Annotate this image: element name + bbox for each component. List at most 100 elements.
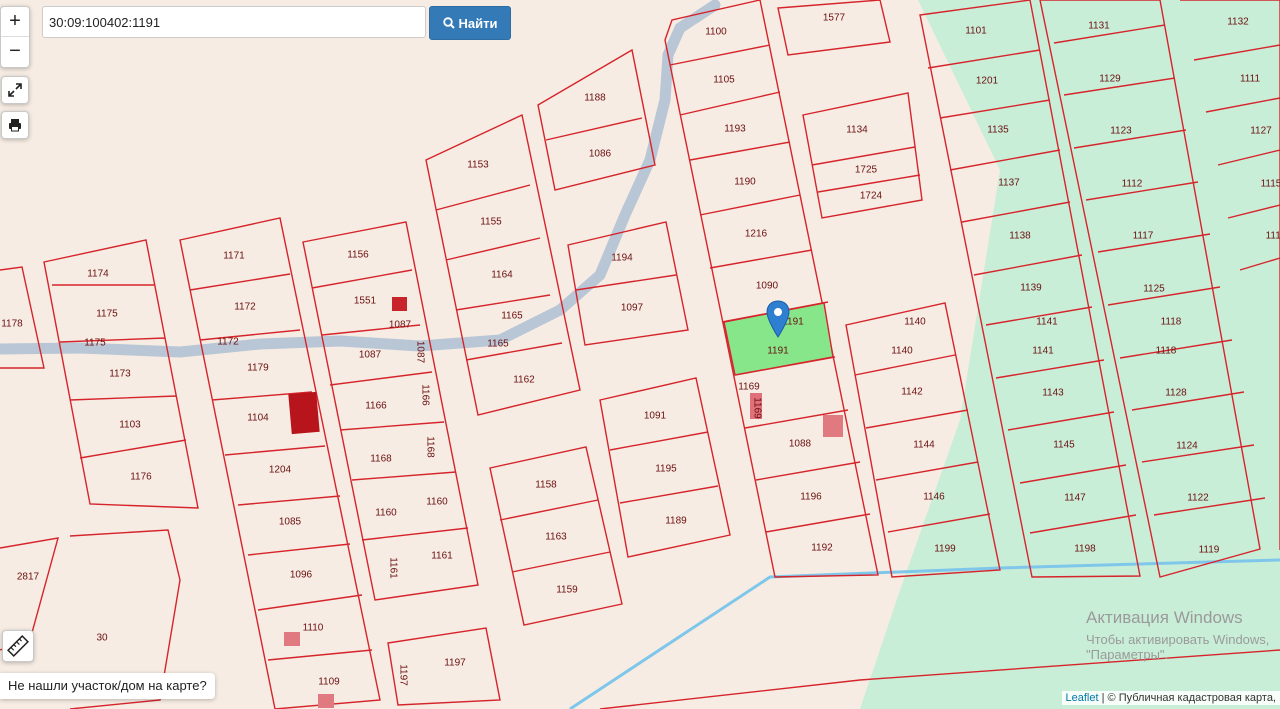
parcel-label[interactable]: 1139: [1020, 283, 1042, 294]
parcel-label[interactable]: 1127: [1250, 126, 1272, 137]
parcel-label[interactable]: 1161: [431, 551, 453, 562]
parcel-label[interactable]: 1168: [424, 436, 435, 458]
parcel-label[interactable]: 1158: [535, 480, 557, 491]
parcel-label[interactable]: 1166: [365, 401, 387, 412]
parcel-label[interactable]: 1191: [767, 346, 789, 357]
parcel-label[interactable]: 1147: [1064, 493, 1086, 504]
parcel-label[interactable]: 1105: [713, 75, 735, 86]
parcel-label[interactable]: 1725: [855, 165, 878, 176]
parcel-label[interactable]: 1143: [1042, 388, 1064, 399]
parcel-label[interactable]: 1104: [247, 413, 269, 424]
parcel-label[interactable]: 1087: [414, 341, 425, 364]
parcel-label[interactable]: 1124: [1176, 441, 1198, 452]
parcel-label[interactable]: 1141: [1032, 346, 1054, 357]
parcel-label[interactable]: 1125: [1143, 284, 1165, 295]
parcel-label[interactable]: 1197: [444, 658, 466, 669]
parcel-label[interactable]: 1118: [1161, 317, 1182, 328]
parcel-label[interactable]: 1140: [904, 317, 926, 328]
parcel-label[interactable]: 1103: [119, 420, 141, 431]
parcel-label[interactable]: 1141: [1036, 317, 1058, 328]
parcel-label[interactable]: 1131: [1088, 21, 1110, 32]
parcel-label[interactable]: 1155: [480, 217, 502, 228]
parcel-label[interactable]: 1166: [419, 384, 430, 406]
parcel-label[interactable]: 1087: [359, 350, 382, 361]
fullscreen-button[interactable]: [1, 76, 29, 104]
parcel-label[interactable]: 1110: [303, 623, 324, 634]
parcel-label[interactable]: 1085: [279, 517, 302, 528]
parcel-label[interactable]: 1204: [269, 465, 292, 476]
parcel-label[interactable]: 1168: [370, 454, 392, 465]
parcel-label[interactable]: 1172: [234, 302, 256, 313]
parcel-label[interactable]: 1090: [756, 281, 779, 292]
parcel-label[interactable]: 1190: [734, 177, 756, 188]
parcel-label[interactable]: 1100: [705, 27, 727, 38]
parcel-label[interactable]: 1175: [84, 338, 106, 349]
parcel-label[interactable]: 1178: [1, 319, 23, 330]
parcel-label[interactable]: 1088: [789, 439, 812, 450]
parcel-label[interactable]: 1160: [426, 497, 448, 508]
parcel-label[interactable]: 1132: [1227, 17, 1249, 28]
search-button[interactable]: Найти: [429, 6, 511, 40]
parcel-label[interactable]: 1138: [1009, 231, 1031, 242]
parcel-label[interactable]: 1122: [1187, 493, 1209, 504]
zoom-out-button[interactable]: −: [1, 36, 29, 66]
not-found-link[interactable]: Не нашли участок/дом на карте?: [0, 673, 215, 699]
parcel-label[interactable]: 1169: [751, 397, 762, 419]
parcel-label[interactable]: 1112: [1122, 179, 1143, 190]
parcel-label[interactable]: 1159: [556, 585, 578, 596]
parcel-label[interactable]: 1134: [846, 125, 868, 136]
cadastral-map[interactable]: 1174 1175 1175 1173 1103 1176 1178 1171 1172 1172…: [0, 0, 1280, 709]
parcel-label[interactable]: 1117: [1133, 231, 1154, 242]
parcel-label[interactable]: 1145: [1053, 440, 1075, 451]
parcel-label[interactable]: 1096: [290, 570, 313, 581]
parcel-label[interactable]: 1174: [87, 269, 109, 280]
parcel-label[interactable]: 1175: [96, 309, 118, 320]
parcel-label[interactable]: 2817: [17, 572, 40, 583]
parcel-label[interactable]: 1199: [934, 544, 956, 555]
parcel-label[interactable]: 1196: [800, 492, 822, 503]
parcel-label[interactable]: 1724: [860, 191, 883, 202]
parcel-label[interactable]: 1176: [130, 472, 152, 483]
parcel-label[interactable]: 1111: [1240, 74, 1260, 85]
parcel-label[interactable]: 1161: [387, 557, 398, 579]
parcel-label[interactable]: 1160: [375, 508, 397, 519]
parcel-label[interactable]: 1216: [745, 229, 768, 240]
parcel-label[interactable]: 1128: [1165, 388, 1187, 399]
parcel-label[interactable]: 1144: [913, 440, 935, 451]
parcel-label[interactable]: 1169: [738, 382, 760, 393]
parcel-label[interactable]: 1156: [347, 250, 369, 261]
parcel-label[interactable]: 1173: [109, 369, 131, 380]
parcel-label[interactable]: 1113: [1266, 231, 1280, 242]
parcel-label[interactable]: 1162: [513, 375, 535, 386]
parcel-label[interactable]: 1142: [901, 387, 923, 398]
parcel-label[interactable]: 1146: [923, 492, 945, 503]
parcel-label[interactable]: 1101: [965, 26, 987, 37]
parcel-label[interactable]: 1109: [318, 677, 340, 688]
parcel-label[interactable]: 1163: [545, 532, 567, 543]
location-marker-icon[interactable]: [766, 300, 790, 343]
parcel-label[interactable]: 1119: [1199, 545, 1220, 556]
parcel-label[interactable]: 1188: [584, 93, 606, 104]
parcel-label[interactable]: 1197: [397, 664, 408, 686]
parcel-label[interactable]: 1192: [811, 543, 833, 554]
parcel-label[interactable]: 1194: [611, 253, 633, 264]
ruler-button[interactable]: [2, 630, 34, 662]
zoom-in-button[interactable]: +: [1, 7, 29, 36]
parcel-label[interactable]: 1129: [1099, 74, 1121, 85]
parcel-label[interactable]: 1123: [1110, 126, 1132, 137]
print-button[interactable]: [1, 111, 29, 139]
parcel-label[interactable]: 1179: [247, 363, 269, 374]
parcel-label[interactable]: 1086: [589, 149, 612, 160]
parcel-label[interactable]: 1577: [823, 13, 846, 24]
leaflet-link[interactable]: Leaflet: [1066, 692, 1099, 704]
parcel-label[interactable]: 1087: [389, 320, 412, 331]
parcel-label[interactable]: 1198: [1074, 544, 1096, 555]
parcel-label[interactable]: 1137: [998, 178, 1020, 189]
parcel-label[interactable]: 1140: [891, 346, 913, 357]
parcel-label[interactable]: 1135: [987, 125, 1009, 136]
parcel-label[interactable]: 1115: [1261, 179, 1280, 190]
parcel-label[interactable]: 1091: [644, 411, 667, 422]
parcel-label[interactable]: 1118: [1156, 346, 1177, 357]
parcel-label[interactable]: 1171: [223, 251, 245, 262]
parcel-label[interactable]: 1201: [976, 76, 999, 87]
